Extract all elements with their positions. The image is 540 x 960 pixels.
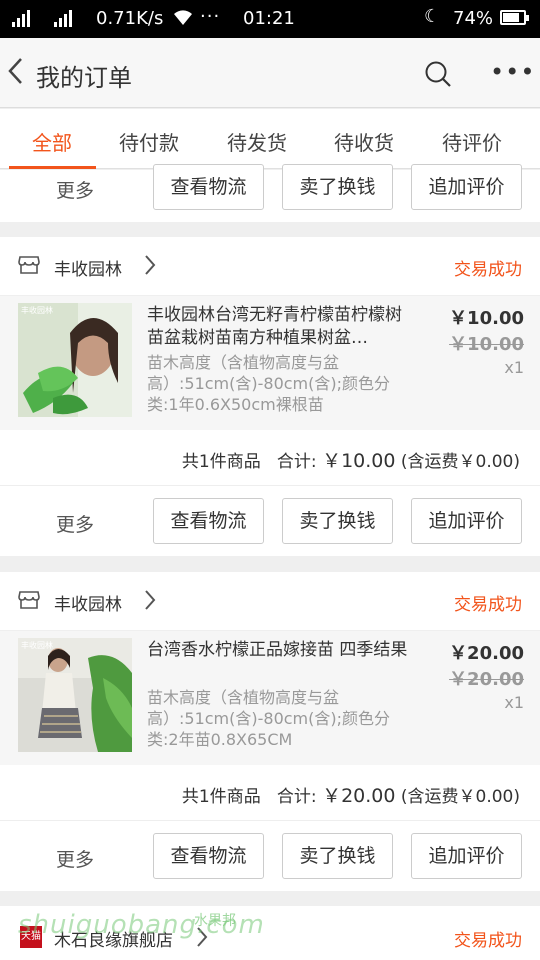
total-label: 合计: (276, 787, 317, 807)
tab-all[interactable]: 全部 (32, 127, 72, 156)
order-2-summary: 共1件商品 合计: ￥20.00 (含运费￥0.00) (0, 765, 540, 821)
order-status: 交易成功 (454, 260, 522, 280)
resell-button[interactable]: 卖了换钱 (282, 164, 393, 210)
item-count: 共1件商品 (181, 787, 261, 807)
wifi-icon (172, 7, 194, 32)
product-thumbnail[interactable]: 丰收园林 (18, 638, 132, 752)
signal-icon (12, 9, 30, 27)
total-label: 合计: (276, 452, 317, 472)
product-quantity: x1 (504, 358, 524, 377)
search-icon[interactable] (424, 60, 452, 88)
order-2-actions: 更多 查看物流 卖了换钱 追加评价 (0, 821, 540, 891)
product-quantity: x1 (504, 693, 524, 712)
total-amount: ￥10.00 (322, 450, 396, 472)
item-count: 共1件商品 (181, 452, 261, 472)
clock-time: 01:21 (243, 8, 295, 29)
store-icon (18, 591, 40, 609)
product-thumbnail[interactable]: 丰收园林 (18, 303, 132, 417)
thumbnail-watermark: 丰收园林 (21, 641, 53, 650)
add-review-button[interactable]: 追加评价 (411, 164, 522, 210)
product-original-price: ￥10.00 (449, 334, 524, 355)
chevron-right-icon[interactable] (144, 589, 156, 611)
network-speed: 0.71K/s (96, 8, 164, 29)
add-review-button[interactable]: 追加评价 (411, 498, 522, 544)
site-watermark-cn: 水果邦 (194, 913, 236, 929)
store-icon (18, 256, 40, 274)
signal-icon-2 (54, 9, 72, 27)
product-price: ￥20.00 (449, 643, 524, 664)
chevron-right-icon[interactable] (144, 254, 156, 276)
order-1-summary: 共1件商品 合计: ￥10.00 (含运费￥0.00) (0, 430, 540, 486)
order-tabs: 全部 待付款 待发货 待收货 待评价 (0, 109, 540, 169)
tab-pending-payment[interactable]: 待付款 (119, 127, 179, 156)
order-1-actions: 更多 查看物流 卖了换钱 追加评价 (0, 486, 540, 556)
back-arrow-icon[interactable] (6, 56, 26, 86)
nav-bar: 我的订单 ••• (0, 38, 540, 108)
more-link[interactable]: 更多 (56, 845, 94, 872)
status-bar: 0.71K/s ··· 01:21 ☾ 74% (0, 0, 540, 38)
status-dots: ··· (200, 6, 221, 27)
shop-name[interactable]: 丰收园林 (54, 255, 122, 280)
order-status: 交易成功 (454, 931, 522, 951)
tab-pending-review[interactable]: 待评价 (442, 127, 502, 156)
product-original-price: ￥20.00 (449, 669, 524, 690)
thumbnail-watermark: 丰收园林 (21, 306, 53, 315)
order-2-item[interactable]: 丰收园林 台湾香水柠檬正品嫁接苗 四季结果 苗木高度（含植物高度与盆高）:51c… (0, 631, 540, 765)
order-actions-partial: 更多 查看物流 卖了换钱 追加评价 (0, 164, 540, 222)
view-logistics-button[interactable]: 查看物流 (153, 833, 264, 879)
view-logistics-button[interactable]: 查看物流 (153, 164, 264, 210)
product-spec: 苗木高度（含植物高度与盆高）:51cm(含)-80cm(含);颜色分类:2年苗0… (147, 688, 391, 749)
product-title[interactable]: 丰收园林台湾无籽青柠檬苗柠檬树苗盆栽树苗南方种植果树盆… (147, 304, 409, 350)
resell-button[interactable]: 卖了换钱 (282, 833, 393, 879)
more-link[interactable]: 更多 (56, 510, 94, 537)
battery-icon (500, 10, 529, 25)
order-summary: 共1件商品 合计: ￥10.00 (含运费￥0.00) (182, 446, 520, 473)
tab-pending-shipment[interactable]: 待发货 (227, 127, 287, 156)
moon-icon: ☾ (424, 6, 441, 27)
shop-name[interactable]: 丰收园林 (54, 590, 122, 615)
product-price: ￥10.00 (449, 308, 524, 329)
order-status: 交易成功 (454, 595, 522, 615)
view-logistics-button[interactable]: 查看物流 (153, 498, 264, 544)
resell-button[interactable]: 卖了换钱 (282, 498, 393, 544)
battery-percent: 74% (453, 8, 494, 29)
product-spec: 苗木高度（含植物高度与盆高）:51cm(含)-80cm(含);颜色分类:1年0.… (147, 353, 391, 414)
shipping-fee: (含运费￥0.00) (400, 787, 520, 807)
order-2-header[interactable]: 丰收园林 交易成功 (0, 572, 540, 630)
add-review-button[interactable]: 追加评价 (411, 833, 522, 879)
order-1-item[interactable]: 丰收园林 丰收园林台湾无籽青柠檬苗柠檬树苗盆栽树苗南方种植果树盆… 苗木高度（含… (0, 296, 540, 430)
product-title[interactable]: 台湾香水柠檬正品嫁接苗 四季结果 (147, 639, 409, 662)
total-amount: ￥20.00 (322, 785, 396, 807)
active-tab-indicator (9, 166, 96, 169)
page-title: 我的订单 (36, 64, 132, 92)
shipping-fee: (含运费￥0.00) (400, 452, 520, 472)
order-summary: 共1件商品 合计: ￥20.00 (含运费￥0.00) (182, 781, 520, 808)
tab-pending-receipt[interactable]: 待收货 (334, 127, 394, 156)
order-1-header[interactable]: 丰收园林 交易成功 (0, 237, 540, 295)
more-link[interactable]: 更多 (56, 176, 94, 203)
more-menu-icon[interactable]: ••• (490, 58, 535, 86)
